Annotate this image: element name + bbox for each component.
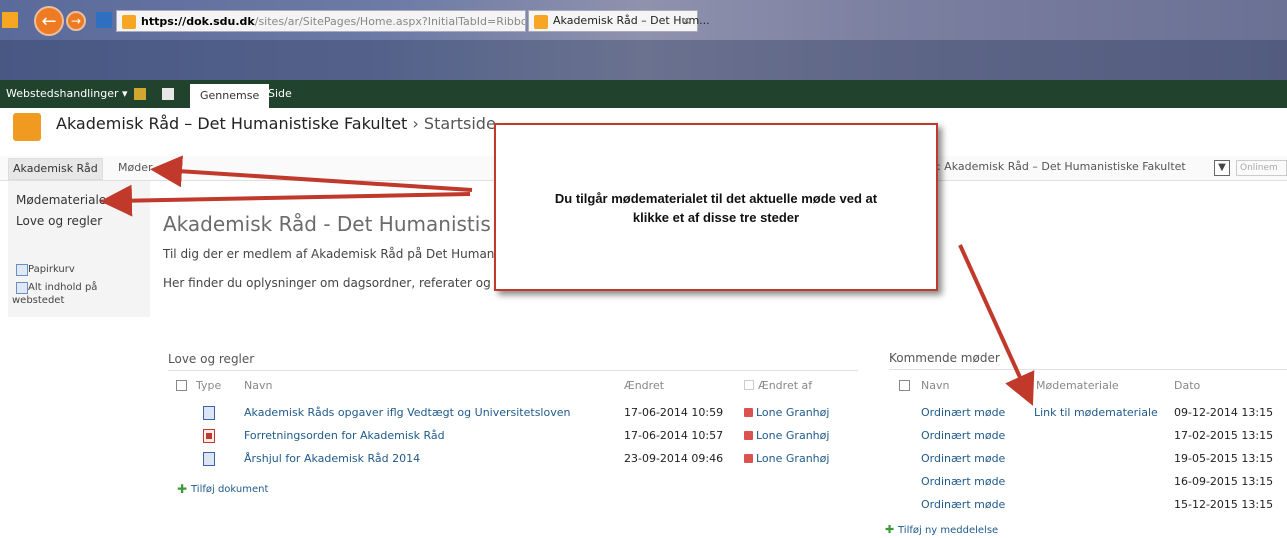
annotation-arrows: [100, 155, 1035, 406]
arrow-to-moder-nav: [150, 155, 473, 192]
arrow-to-material-link: [958, 244, 1035, 406]
arrow-to-modemateriale: [100, 184, 471, 217]
